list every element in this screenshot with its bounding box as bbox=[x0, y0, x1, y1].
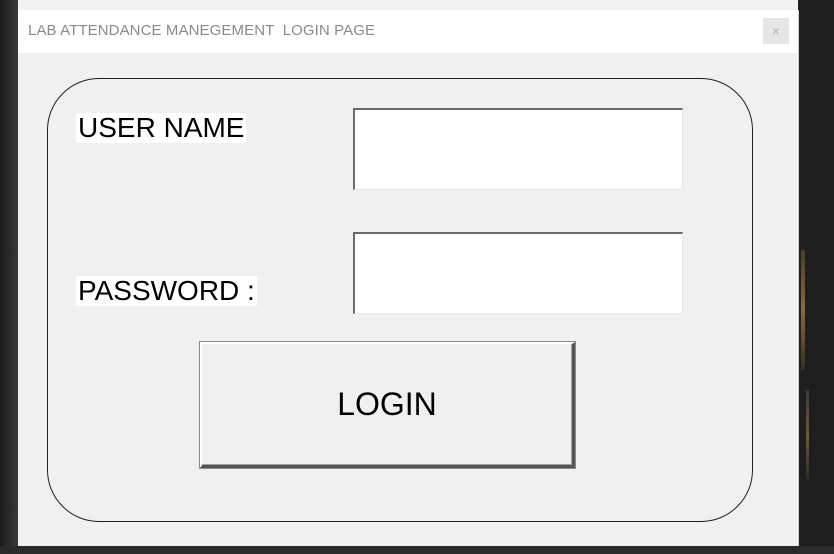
desktop-background-bottom bbox=[0, 546, 834, 554]
close-icon: × bbox=[771, 23, 781, 39]
close-button[interactable]: × bbox=[763, 18, 789, 44]
login-window: LAB ATTENDANCE MANEGEMENT LOGIN PAGE × U… bbox=[18, 10, 799, 546]
desktop-background-left bbox=[0, 0, 18, 554]
password-label: PASSWORD : bbox=[76, 275, 257, 306]
username-label: USER NAME bbox=[76, 112, 247, 143]
password-input[interactable] bbox=[353, 232, 683, 314]
desktop-background-right bbox=[798, 0, 834, 554]
username-input[interactable] bbox=[353, 108, 683, 190]
desktop-wallpaper-detail bbox=[806, 390, 809, 480]
login-button[interactable]: LOGIN bbox=[200, 342, 575, 468]
window-titlebar[interactable]: LAB ATTENDANCE MANEGEMENT LOGIN PAGE × bbox=[18, 10, 798, 53]
desktop-wallpaper-detail bbox=[801, 250, 805, 370]
window-title: LAB ATTENDANCE MANEGEMENT LOGIN PAGE bbox=[28, 22, 376, 39]
